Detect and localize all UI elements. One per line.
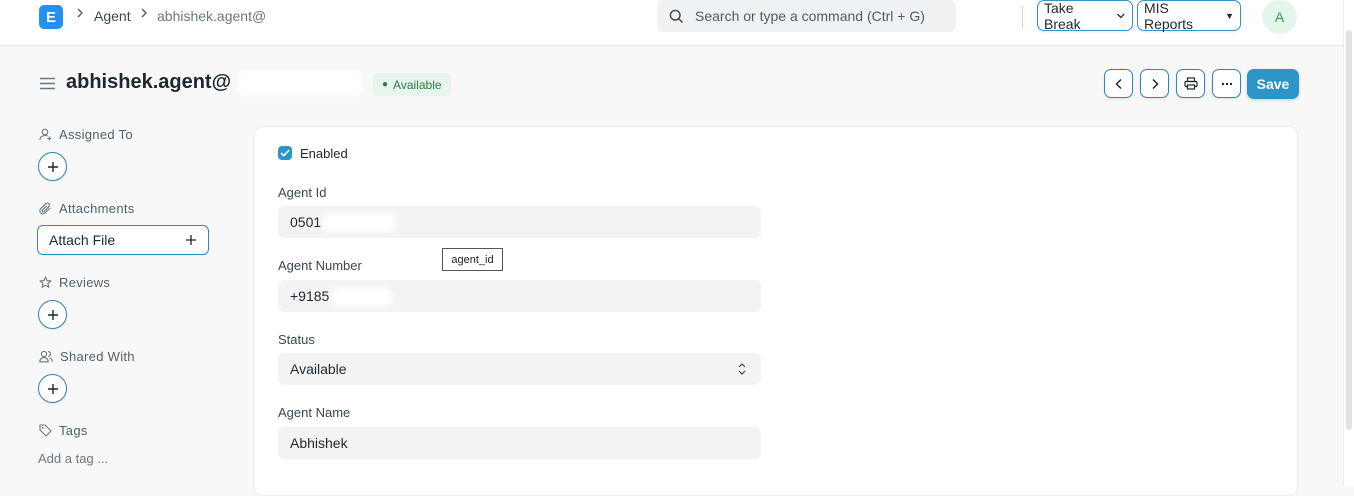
- breadcrumb-current[interactable]: abhishek.agent@: [157, 8, 266, 24]
- check-icon: [280, 149, 290, 157]
- plus-icon: [47, 309, 58, 320]
- assigned-to-heading: Assigned To: [39, 127, 133, 142]
- field-tooltip: agent_id: [442, 248, 503, 271]
- chevron-right-icon: [76, 6, 84, 21]
- status-select[interactable]: Available: [278, 353, 761, 385]
- assigned-to-label: Assigned To: [59, 127, 133, 142]
- status-badge-label: Available: [393, 77, 442, 92]
- shared-with-label: Shared With: [60, 349, 135, 364]
- agent-number-value: +9185: [290, 288, 330, 304]
- redacted-text: [332, 288, 392, 306]
- agent-id-value: 0501: [290, 214, 322, 230]
- plus-icon: [47, 383, 58, 394]
- navbar-divider: [1022, 6, 1023, 28]
- reviews-heading: Reviews: [39, 275, 110, 290]
- redacted-text: [322, 214, 396, 232]
- top-navbar: E Agent abhishek.agent@ Take Break MIS R…: [0, 0, 1343, 46]
- plus-icon: [186, 235, 196, 245]
- tags-label: Tags: [59, 423, 88, 438]
- redacted-text: [238, 70, 362, 96]
- status-label: Status: [278, 332, 315, 347]
- reviews-label: Reviews: [59, 275, 111, 290]
- avatar[interactable]: A: [1262, 0, 1297, 34]
- agent-number-label: Agent Number: [278, 258, 362, 273]
- attach-file-button[interactable]: Attach File: [37, 225, 209, 255]
- star-icon: [39, 276, 52, 288]
- agent-name-field[interactable]: Abhishek: [278, 427, 761, 459]
- add-review-button[interactable]: [38, 300, 67, 329]
- mis-reports-label: MIS Reports: [1144, 0, 1194, 32]
- search-bar[interactable]: [657, 0, 956, 32]
- breadcrumb-agent[interactable]: Agent: [94, 8, 131, 24]
- mis-reports-button[interactable]: MIS Reports ▼: [1137, 0, 1241, 32]
- users-icon: [39, 350, 53, 363]
- add-tag-link[interactable]: Add a tag ...: [38, 451, 108, 466]
- plus-icon: [47, 161, 58, 172]
- chevron-left-icon: [1114, 78, 1122, 89]
- previous-button[interactable]: [1104, 69, 1133, 98]
- attachments-heading: Attachments: [39, 201, 135, 216]
- enabled-label: Enabled: [300, 146, 348, 161]
- sidebar-toggle-icon[interactable]: [39, 77, 56, 95]
- take-break-label: Take Break: [1044, 0, 1081, 32]
- select-arrows-icon: [738, 363, 746, 375]
- app-logo[interactable]: E: [39, 5, 63, 29]
- more-horizontal-icon: [1221, 82, 1232, 85]
- agent-name-value: Abhishek: [290, 435, 348, 451]
- search-input[interactable]: [693, 7, 947, 25]
- enabled-checkbox[interactable]: [278, 146, 292, 160]
- attachments-label: Attachments: [59, 201, 135, 216]
- shared-with-heading: Shared With: [39, 349, 135, 364]
- agent-id-label: Agent Id: [278, 185, 327, 200]
- status-select-value: Available: [290, 361, 347, 377]
- page-title: abhishek.agent@: [66, 71, 232, 93]
- print-button[interactable]: [1176, 69, 1205, 98]
- chevron-right-icon: [140, 6, 148, 21]
- status-badge: ● Available: [373, 73, 451, 96]
- user-add-icon: [39, 128, 52, 141]
- chevron-right-icon: [1151, 78, 1159, 89]
- tag-icon: [39, 424, 52, 437]
- agent-name-label: Agent Name: [278, 405, 351, 420]
- attach-file-label: Attach File: [49, 232, 116, 248]
- caret-down-icon: ▼: [1225, 10, 1234, 21]
- take-break-button[interactable]: Take Break: [1037, 0, 1133, 32]
- printer-icon: [1183, 77, 1198, 90]
- chevron-down-icon: [1117, 13, 1125, 18]
- paperclip-icon: [39, 202, 51, 215]
- more-actions-button[interactable]: [1212, 69, 1241, 98]
- scrollbar-thumb[interactable]: [1346, 30, 1352, 430]
- tags-heading: Tags: [39, 423, 88, 438]
- search-icon: [669, 9, 683, 23]
- next-button[interactable]: [1140, 69, 1169, 98]
- status-dot-icon: ●: [382, 79, 389, 90]
- add-share-button[interactable]: [38, 374, 67, 403]
- add-assignee-button[interactable]: [38, 152, 67, 181]
- save-button[interactable]: Save: [1247, 69, 1299, 99]
